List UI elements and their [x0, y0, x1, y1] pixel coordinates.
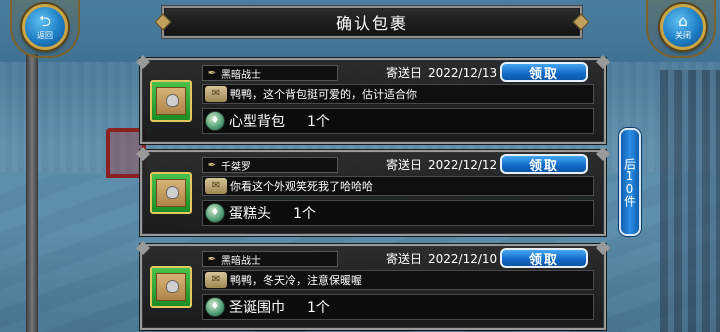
back-button[interactable]: ⮌ 返回 — [22, 4, 68, 50]
home-icon: ⌂ — [678, 12, 688, 30]
page-title: 确认包裹 — [335, 14, 408, 33]
scroll-icon: ✉ — [205, 178, 227, 194]
mail-card: ✒ 黑暗战士 寄送日 2022/12/13 领取 ✉ 鸭鸭，这个背包挺可爱的，估计… — [136, 55, 610, 144]
close-button[interactable]: ⌂ 关闭 — [660, 4, 706, 50]
scroll-icon: ✉ — [205, 86, 227, 102]
send-date: 寄送日 2022/12/10 — [386, 250, 497, 267]
sender-name: 黑暗战士 — [221, 69, 261, 81]
sender-name: 黑暗战士 — [221, 255, 261, 267]
title-bar: 确认包裹 — [162, 6, 582, 38]
message-text: 鸭鸭，冬天冷，注意保暖喔 — [230, 274, 362, 287]
send-date-value: 2022/12/12 — [428, 158, 498, 172]
claim-button[interactable]: 领取 — [500, 62, 588, 82]
crate-graphic — [156, 87, 186, 115]
next-page-label: 后10件 — [622, 158, 637, 206]
item-name: 蛋糕头 — [229, 206, 271, 222]
send-date-label: 寄送日 — [386, 158, 423, 172]
send-date-value: 2022/12/10 — [428, 252, 498, 266]
sender-field: ✒ 黑暗战士 — [202, 65, 338, 81]
item-row: ♦ 心型背包 1个 — [202, 108, 594, 134]
crate-graphic — [156, 179, 186, 207]
sender-name: 千桀罗 — [221, 161, 251, 173]
back-arrow-icon: ⮌ — [38, 12, 51, 30]
message-text: 你看这个外观笑死我了哈哈哈 — [230, 180, 373, 193]
send-date-label: 寄送日 — [386, 252, 423, 266]
close-button-label: 关闭 — [675, 31, 691, 40]
scroll-icon: ✉ — [205, 272, 227, 288]
background-pillar — [26, 54, 38, 332]
package-box-icon[interactable] — [150, 80, 192, 122]
item-row: ♦ 蛋糕头 1个 — [202, 200, 594, 226]
item-quantity: 1个 — [307, 114, 330, 130]
package-box-icon[interactable] — [150, 172, 192, 214]
item-name: 心型背包 — [229, 114, 285, 130]
background-shelf — [660, 70, 720, 332]
back-button-label: 返回 — [37, 31, 53, 40]
message-row: ✉ 鸭鸭，冬天冷，注意保暖喔 — [202, 270, 594, 290]
claim-button[interactable]: 领取 — [500, 154, 588, 174]
message-row: ✉ 鸭鸭，这个背包挺可爱的，估计适合你 — [202, 84, 594, 104]
quill-icon: ✒ — [207, 159, 217, 171]
message-text: 鸭鸭，这个背包挺可爱的，估计适合你 — [230, 88, 417, 101]
sender-field: ✒ 千桀罗 — [202, 157, 338, 173]
message-row: ✉ 你看这个外观笑死我了哈哈哈 — [202, 176, 594, 196]
send-date-value: 2022/12/13 — [428, 66, 498, 80]
package-box-icon[interactable] — [150, 266, 192, 308]
next-page-button[interactable]: 后10件 — [619, 128, 641, 236]
item-row: ♦ 圣诞围巾 1个 — [202, 294, 594, 320]
mail-card: ✒ 黑暗战士 寄送日 2022/12/10 领取 ✉ 鸭鸭，冬天冷，注意保暖喔 ♦… — [136, 241, 610, 330]
mail-card: ✒ 千桀罗 寄送日 2022/12/12 领取 ✉ 你看这个外观笑死我了哈哈哈 ♦… — [136, 147, 610, 236]
potion-icon: ♦ — [205, 203, 225, 223]
item-name: 圣诞围巾 — [229, 300, 285, 316]
send-date: 寄送日 2022/12/12 — [386, 156, 497, 173]
crate-graphic — [156, 273, 186, 301]
send-date: 寄送日 2022/12/13 — [386, 64, 497, 81]
send-date-label: 寄送日 — [386, 66, 423, 80]
quill-icon: ✒ — [207, 253, 217, 265]
potion-icon: ♦ — [205, 297, 225, 317]
quill-icon: ✒ — [207, 67, 217, 79]
item-quantity: 1个 — [293, 206, 316, 222]
item-quantity: 1个 — [307, 300, 330, 316]
claim-button[interactable]: 领取 — [500, 248, 588, 268]
sender-field: ✒ 黑暗战士 — [202, 251, 338, 267]
potion-icon: ♦ — [205, 111, 225, 131]
